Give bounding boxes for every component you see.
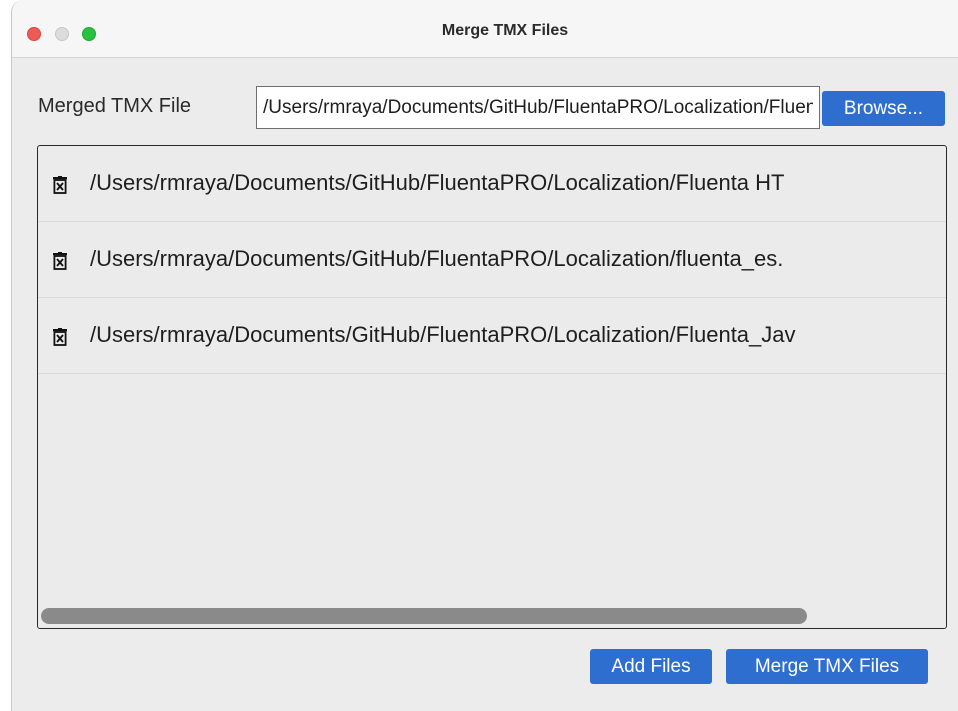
list-item[interactable]: /Users/rmraya/Documents/GitHub/FluentaPR… <box>38 222 946 298</box>
merged-tmx-file-input[interactable] <box>256 86 820 129</box>
trash-icon[interactable] <box>52 176 68 194</box>
trash-icon[interactable] <box>52 328 68 346</box>
merge-tmx-files-button[interactable]: Merge TMX Files <box>726 649 928 684</box>
files-list[interactable]: /Users/rmraya/Documents/GitHub/FluentaPR… <box>37 145 947 629</box>
file-path: /Users/rmraya/Documents/GitHub/FluentaPR… <box>90 322 796 347</box>
file-path: /Users/rmraya/Documents/GitHub/FluentaPR… <box>90 246 784 271</box>
file-path: /Users/rmraya/Documents/GitHub/FluentaPR… <box>90 170 785 195</box>
merged-tmx-file-label: Merged TMX File <box>38 95 192 117</box>
merge-tmx-window: Merge TMX Files Merged TMX File Browse..… <box>11 0 958 711</box>
window-title: Merge TMX Files <box>441 22 569 39</box>
list-item[interactable]: /Users/rmraya/Documents/GitHub/FluentaPR… <box>38 298 946 374</box>
list-item[interactable]: /Users/rmraya/Documents/GitHub/FluentaPR… <box>38 146 946 222</box>
horizontal-scrollbar[interactable] <box>41 608 807 624</box>
add-files-button[interactable]: Add Files <box>590 649 712 684</box>
title-bar[interactable]: Merge TMX Files <box>12 0 958 58</box>
trash-icon[interactable] <box>52 252 68 270</box>
browse-button[interactable]: Browse... <box>822 91 945 126</box>
